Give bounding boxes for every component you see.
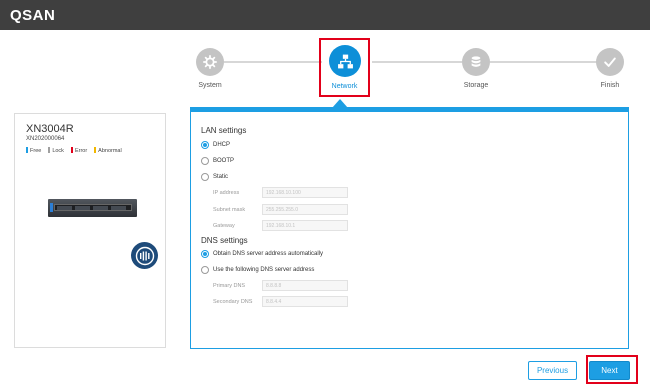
network-icon xyxy=(337,54,353,68)
subnet-mask-field[interactable]: 255.255.255.0 xyxy=(262,204,348,215)
legend-lock: Lock xyxy=(48,147,64,154)
gateway-label: Gateway xyxy=(213,223,235,229)
primary-dns-field[interactable]: 8.8.8.8 xyxy=(262,280,348,291)
radio-dhcp-dot[interactable] xyxy=(201,141,209,149)
radio-dns-manual[interactable]: Use the following DNS server address xyxy=(201,266,314,274)
step-network-label: Network xyxy=(331,83,358,90)
network-settings-panel: LAN settings DHCP BOOTP Static IP addres… xyxy=(190,107,629,349)
next-button[interactable]: Next xyxy=(589,361,630,380)
radio-bootp-dot[interactable] xyxy=(201,157,209,165)
disk-status-legend: Free Lock Error Abnormal xyxy=(26,147,122,154)
step-network[interactable] xyxy=(329,45,361,77)
device-panel: XN3004R XN202000064 Free Lock Error Abno… xyxy=(14,113,166,348)
radio-dhcp[interactable]: DHCP xyxy=(201,141,230,149)
ip-address-field[interactable]: 192.168.10.100 xyxy=(262,187,348,198)
subnet-mask-label: Subnet mask xyxy=(213,207,246,213)
qsan-logo: QSAN xyxy=(10,7,56,24)
secondary-dns-field[interactable]: 8.8.4.4 xyxy=(262,296,348,307)
database-icon xyxy=(471,56,481,67)
gateway-field[interactable]: 192.168.10.1 xyxy=(262,220,348,231)
step-system[interactable] xyxy=(196,48,224,76)
radio-dns-auto[interactable]: Obtain DNS server address automatically xyxy=(201,250,323,258)
step-storage[interactable] xyxy=(462,48,490,76)
gear-icon xyxy=(203,55,217,69)
secondary-dns-label: Secondary DNS xyxy=(213,299,253,305)
checkmark-icon xyxy=(604,57,616,67)
previous-button[interactable]: Previous xyxy=(528,361,577,380)
legend-free: Free xyxy=(26,147,41,154)
step-connector xyxy=(224,61,322,63)
step-connector xyxy=(490,61,597,63)
lan-settings-title: LAN settings xyxy=(201,126,247,135)
step-system-label: System xyxy=(198,82,222,89)
radio-dns-manual-dot[interactable] xyxy=(201,266,209,274)
radio-static-dot[interactable] xyxy=(201,173,209,181)
step-finish[interactable] xyxy=(596,48,624,76)
device-model: XN3004R xyxy=(26,123,74,135)
legend-error: Error xyxy=(70,147,87,154)
top-bar: QSAN xyxy=(0,0,650,30)
step-finish-label: Finish xyxy=(600,82,620,89)
step-network-highlight: Network xyxy=(319,38,370,97)
step-connector xyxy=(372,61,462,63)
primary-dns-label: Primary DNS xyxy=(213,283,246,289)
drive-brand-icon xyxy=(131,242,158,269)
device-serial: XN202000064 xyxy=(26,136,65,142)
ip-address-label: IP address xyxy=(213,190,240,196)
radio-static[interactable]: Static xyxy=(201,173,228,181)
radio-bootp[interactable]: BOOTP xyxy=(201,157,234,165)
step-storage-label: Storage xyxy=(463,82,489,89)
dns-settings-title: DNS settings xyxy=(201,236,248,245)
legend-abnormal: Abnormal xyxy=(94,147,122,154)
radio-dns-auto-dot[interactable] xyxy=(201,250,209,258)
device-chassis-image xyxy=(48,199,137,217)
